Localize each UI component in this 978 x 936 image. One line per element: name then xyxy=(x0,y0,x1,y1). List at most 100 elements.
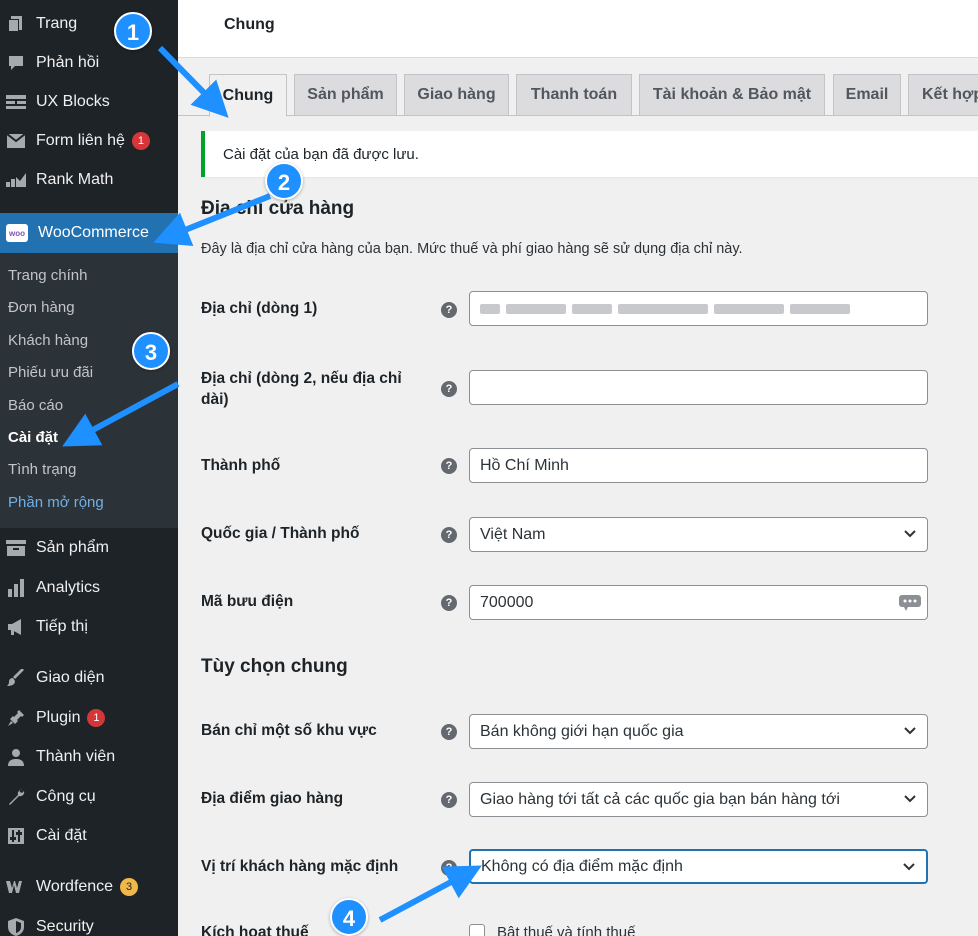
submenu-extensions[interactable]: Phần mở rộng xyxy=(8,494,104,511)
chart-icon xyxy=(6,170,26,190)
tab-shipping[interactable]: Giao hàng xyxy=(404,74,509,116)
help-icon[interactable]: ? xyxy=(441,527,457,543)
address-2-input[interactable] xyxy=(469,370,928,405)
menu-item-marketing[interactable]: Tiếp thị xyxy=(0,608,178,646)
comments-icon xyxy=(6,53,26,73)
menu-item-plugins[interactable]: Plugin 1 xyxy=(0,699,178,737)
menu-item-pages[interactable]: Trang xyxy=(0,5,178,43)
menu-label: Analytics xyxy=(36,579,101,596)
woocommerce-submenu: Trang chính Đơn hàng Khách hàng Phiếu ưu… xyxy=(0,253,178,528)
menu-item-woocommerce[interactable]: woo WooCommerce xyxy=(0,213,178,253)
menu-item-comments[interactable]: Phản hồi xyxy=(0,44,178,82)
postcode-value: 700000 xyxy=(480,593,534,611)
blurred-text xyxy=(714,303,784,314)
settings-icon xyxy=(6,826,26,846)
menu-label: Sản phẩm xyxy=(36,539,109,556)
submenu-home[interactable]: Trang chính xyxy=(8,267,88,284)
menu-item-ux-blocks[interactable]: UX Blocks xyxy=(0,83,178,121)
menu-item-wordfence[interactable]: Wordfence 3 xyxy=(0,868,178,906)
menu-item-settings[interactable]: Cài đặt xyxy=(0,817,178,855)
menu-item-security[interactable]: Security xyxy=(0,908,178,936)
tab-email[interactable]: Email xyxy=(833,74,901,116)
arrow-4 xyxy=(378,865,482,923)
menu-label: Wordfence xyxy=(36,878,114,895)
annotation-marker-4: 4 xyxy=(330,898,368,936)
tab-products[interactable]: Sản phẩm xyxy=(294,74,397,116)
city-input[interactable]: Hồ Chí Minh xyxy=(469,448,928,483)
chevron-down-icon xyxy=(903,863,915,871)
help-icon[interactable]: ? xyxy=(441,724,457,740)
tab-general[interactable]: Chung xyxy=(209,74,287,117)
submenu-reports[interactable]: Báo cáo xyxy=(8,397,63,414)
tab-payments[interactable]: Thanh toán xyxy=(516,74,632,116)
menu-label: WooCommerce xyxy=(38,224,149,241)
help-icon[interactable]: ? xyxy=(441,792,457,808)
notice-text: Cài đặt của bạn đã được lưu. xyxy=(223,146,419,163)
section-title-store-address: Địa chỉ cửa hàng xyxy=(201,198,355,219)
menu-label: Giao diện xyxy=(36,669,105,686)
submenu-orders[interactable]: Đơn hàng xyxy=(8,299,75,316)
pages-icon xyxy=(6,14,26,34)
menu-label: Form liên hệ xyxy=(36,132,125,149)
select-value: Việt Nam xyxy=(480,525,546,543)
default-customer-location-select[interactable]: Không có địa điểm mặc định xyxy=(469,849,928,884)
brush-icon xyxy=(6,668,26,688)
submenu-status[interactable]: Tình trạng xyxy=(8,461,76,478)
help-icon[interactable]: ? xyxy=(441,595,457,611)
shield-icon xyxy=(6,917,26,936)
settings-tabs: Chung Sản phẩm Giao hàng Thanh toán Tài … xyxy=(178,74,978,117)
shipping-locations-select[interactable]: Giao hàng tới tất cả các quốc gia bạn bá… xyxy=(469,782,928,817)
label-default-customer-location: Vị trí khách hàng mặc định xyxy=(201,858,399,875)
label-country: Quốc gia / Thành phố xyxy=(201,525,360,542)
notification-badge: 1 xyxy=(87,709,106,727)
address-1-input[interactable] xyxy=(469,291,928,326)
archive-icon xyxy=(6,538,26,558)
selling-locations-select[interactable]: Bán không giới hạn quốc gia xyxy=(469,714,928,749)
menu-label: Phản hồi xyxy=(36,54,100,71)
menu-item-contact-form[interactable]: Form liên hệ 1 xyxy=(0,122,178,160)
wordfence-icon xyxy=(6,877,26,897)
label-city: Thành phố xyxy=(201,457,281,474)
label-shipping-locations: Địa điểm giao hàng xyxy=(201,790,344,807)
enable-taxes-checkbox[interactable] xyxy=(469,924,485,936)
notification-badge: 1 xyxy=(131,132,150,150)
submenu-customers[interactable]: Khách hàng xyxy=(8,332,88,349)
megaphone-icon xyxy=(6,617,26,637)
tab-integration[interactable]: Kết hợp xyxy=(908,74,978,116)
country-select[interactable]: Việt Nam xyxy=(469,517,928,552)
menu-item-users[interactable]: Thành viên xyxy=(0,738,178,776)
blocks-icon xyxy=(6,92,26,112)
woo-icon: woo xyxy=(6,224,28,242)
section-title-general-options: Tùy chọn chung xyxy=(201,656,348,677)
postcode-input[interactable]: 700000 xyxy=(469,585,928,620)
help-icon[interactable]: ? xyxy=(441,302,457,318)
chevron-down-icon xyxy=(904,795,916,803)
menu-item-appearance[interactable]: Giao diện xyxy=(0,659,178,697)
menu-label: Công cụ xyxy=(36,788,96,805)
annotation-marker-3: 3 xyxy=(132,332,170,370)
submenu-coupons[interactable]: Phiếu ưu đãi xyxy=(8,364,93,381)
plugin-icon xyxy=(6,708,26,728)
help-icon[interactable]: ? xyxy=(441,458,457,474)
menu-item-products[interactable]: Sản phẩm xyxy=(0,529,178,567)
submenu-settings[interactable]: Cài đặt xyxy=(8,429,58,446)
admin-sidebar: Trang Phản hồi UX Blocks Form liên hệ 1 … xyxy=(0,0,178,936)
menu-item-tools[interactable]: Công cụ xyxy=(0,778,178,816)
notification-badge: 3 xyxy=(120,878,139,896)
help-icon[interactable]: ? xyxy=(441,860,457,876)
annotation-marker-1: 1 xyxy=(114,12,152,50)
section-description: Đây là địa chỉ cửa hàng của bạn. Mức thu… xyxy=(201,241,743,257)
enable-taxes-label[interactable]: Bật thuế và tính thuế xyxy=(497,924,635,936)
blurred-text xyxy=(790,303,850,314)
menu-item-analytics[interactable]: Analytics xyxy=(0,569,178,607)
menu-label: Plugin xyxy=(36,709,81,726)
autofill-icon[interactable] xyxy=(899,595,921,611)
help-icon[interactable]: ? xyxy=(441,381,457,397)
select-value: Giao hàng tới tất cả các quốc gia bạn bá… xyxy=(480,790,840,808)
label-address-2: Địa chỉ (dòng 2, nếu địa chỉ dài) xyxy=(201,370,402,408)
chevron-down-icon xyxy=(904,530,916,538)
select-value: Không có địa điểm mặc định xyxy=(481,857,683,875)
menu-item-rank-math[interactable]: Rank Math xyxy=(0,161,178,199)
bar-chart-icon xyxy=(6,578,26,598)
tab-accounts-privacy[interactable]: Tài khoản & Bảo mật xyxy=(639,74,825,116)
